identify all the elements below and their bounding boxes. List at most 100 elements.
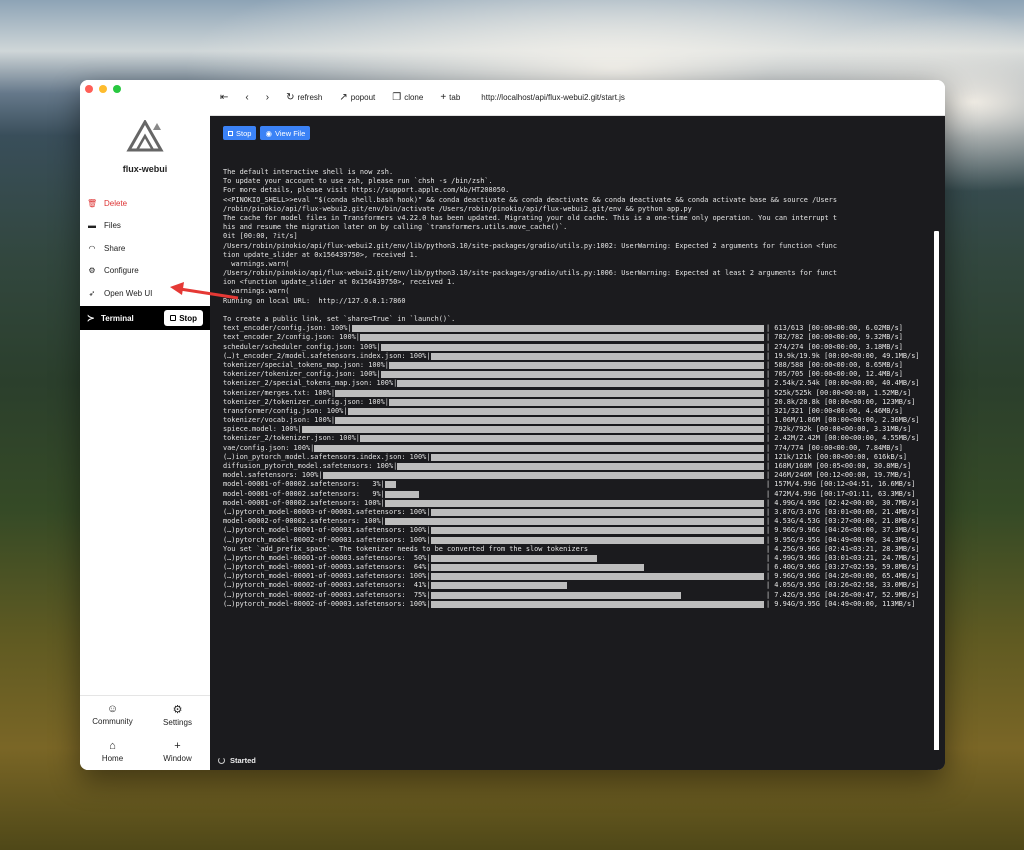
progress-bar — [430, 508, 764, 516]
progress-bar — [430, 527, 764, 535]
terminal-line-text: /Users/robin/pinokio/api/flux-webui2.git… — [223, 269, 837, 278]
progress-row: tokenizer/vocab.json: 100%| | 1.06M/1.06M… — [223, 416, 923, 425]
progress-bar — [359, 334, 764, 342]
progress-bar — [384, 518, 764, 526]
progress-bar — [314, 444, 764, 452]
progress-stat: | 9.95G/9.95G [04:49<00:00, 34.3MB/s] — [766, 535, 920, 544]
progress-row: tokenizer/tokenizer_config.json: 100%| | … — [223, 370, 923, 379]
toolbar: ⇤ ‹ › ↻ refresh ↗ popout ❐ clone + tab http:… — [210, 80, 945, 116]
progress-bar — [430, 453, 764, 461]
gear-icon: ⚙ — [172, 703, 183, 716]
progress-bar — [430, 352, 764, 360]
progress-stat: | 705/705 [00:00<00:00, 12.4MB/s] — [766, 370, 903, 379]
terminal-scrollbar[interactable] — [934, 231, 939, 770]
terminal-line-text: Running on local URL: http://127.0.0.1:7… — [223, 296, 406, 305]
window-button[interactable]: + Window — [145, 733, 210, 770]
community-button[interactable]: ☺ Community — [80, 696, 145, 733]
collapse-sidebar-button[interactable]: ⇤ — [220, 92, 228, 103]
sidebar-item-configure[interactable]: ⚙ Configure — [80, 260, 210, 283]
progress-bar — [335, 389, 764, 397]
stop-label: Stop — [236, 128, 252, 138]
progress-stat: | 4.25G/9.96G [02:41<03:21, 28.3MB/s] — [766, 544, 920, 553]
progress-stat: | 9.96G/9.96G [04:26<00:00, 65.4MB/s] — [766, 572, 920, 581]
terminal-line: his and resume the migration later on by… — [223, 223, 923, 232]
terminal-line: warnings.warn( — [223, 287, 923, 296]
clone-label: clone — [404, 93, 424, 102]
clone-button[interactable]: ❐ clone — [392, 92, 423, 103]
terminal-output[interactable]: The default interactive shell is now zsh… — [223, 168, 923, 609]
gear-icon: ⚙ — [88, 266, 96, 276]
progress-row: tokenizer_2/special_tokens_map.json: 100… — [223, 379, 923, 388]
progress-stat: | 4.05G/9.95G [03:26<02:58, 33.0MB/s] — [766, 581, 920, 590]
terminal-line: /Users/robin/pinokio/api/flux-webui2.git… — [223, 269, 923, 278]
progress-row: vae/config.json: 100%| | 774/774 [00:00<0… — [223, 444, 923, 453]
chevron-left-icon: ‹ — [245, 92, 249, 103]
progress-bar — [389, 361, 764, 369]
progress-label: text_encoder_2/config.json: 100%| — [223, 333, 360, 342]
sidebar-item-label: Configure — [104, 266, 139, 276]
zoom-window-button[interactable] — [113, 85, 121, 93]
pinokio-window: flux-webui 🗑 Delete ▬ Files ◠ Share ⚙ Co… — [80, 80, 945, 770]
new-tab-button[interactable]: + tab — [440, 92, 460, 103]
popout-button[interactable]: ↗ popout — [339, 92, 375, 103]
progress-bar — [430, 573, 764, 581]
progress-label: You set `add_prefix_space`. The tokenize… — [223, 544, 589, 553]
progress-row: (…)pytorch_model-00002-of-00003.safetens… — [223, 591, 923, 600]
minimize-window-button[interactable] — [99, 85, 107, 93]
terminal-panel: Stop ◉ View File The default interactive… — [210, 116, 945, 770]
sidebar-item-files[interactable]: ▬ Files — [80, 215, 210, 238]
stop-button[interactable]: Stop — [223, 126, 257, 140]
progress-stat: | 4.53G/4.53G [03:27<00:00, 21.8MB/s] — [766, 517, 920, 526]
progress-stat: | 525k/525k [00:00<00:00, 1.52MB/s] — [766, 388, 912, 397]
terminal-line: /Users/robin/pinokio/api/flux-webui2.git… — [223, 242, 923, 251]
app-logo-icon — [126, 120, 164, 152]
progress-bar — [380, 371, 764, 379]
progress-stat: | 782/782 [00:00<00:00, 9.32MB/s] — [766, 333, 903, 342]
home-button[interactable]: ⌂ Home — [80, 733, 145, 770]
sidebar-item-delete[interactable]: 🗑 Delete — [80, 192, 210, 215]
view-file-button[interactable]: ◉ View File — [260, 126, 311, 140]
progress-bar — [430, 536, 764, 544]
progress-label: model-00001-of-00002.safetensors: 9%| — [223, 489, 385, 498]
progress-stat: | 19.9k/19.9k [00:00<00:00, 49.1MB/s] — [766, 351, 920, 360]
sidebar-item-share[interactable]: ◠ Share — [80, 237, 210, 260]
progress-bar — [397, 463, 764, 470]
progress-bar — [384, 499, 764, 507]
community-label: Community — [92, 717, 133, 726]
progress-stat: | 157M/4.99G [00:12<04:51, 16.6MB/s] — [766, 480, 916, 489]
refresh-icon: ↻ — [286, 92, 295, 103]
app-name: flux-webui — [122, 164, 168, 174]
progress-label: tokenizer_2/special_tokens_map.json: 100… — [223, 379, 398, 388]
view-file-label: View File — [274, 128, 306, 138]
terminal-stop-button[interactable]: Stop — [164, 310, 203, 326]
refresh-label: refresh — [297, 93, 323, 102]
progress-bar — [384, 490, 419, 498]
sidebar-item-terminal[interactable]: ≻ Terminal Stop — [80, 306, 210, 330]
progress-bar — [380, 343, 764, 351]
url-field[interactable]: http://localhost/api/flux-webui2.git/sta… — [481, 93, 625, 102]
progress-bar — [397, 380, 764, 388]
close-window-button[interactable] — [85, 85, 93, 93]
progress-bar — [301, 426, 764, 434]
progress-bar — [430, 591, 681, 599]
progress-row: model.safetensors: 100%| | 246M/246M [00:… — [223, 471, 923, 480]
forward-button[interactable]: › — [266, 92, 269, 103]
terminal-line: The cache for model files in Transformer… — [223, 214, 923, 223]
terminal-line-text: his and resume the migration later on by… — [223, 223, 568, 232]
progress-stat: | 774/774 [00:00<00:00, 7.84MB/s] — [766, 443, 903, 452]
settings-button[interactable]: ⚙ Settings — [145, 696, 210, 733]
progress-row: model-00001-of-00002.safetensors: 9%| | 4… — [223, 490, 923, 499]
progress-row: (…)pytorch_model-00003-of-00003.safetens… — [223, 508, 923, 517]
back-button[interactable]: ‹ — [245, 92, 248, 103]
progress-bar — [384, 481, 397, 489]
progress-bar — [322, 472, 764, 480]
refresh-button[interactable]: ↻ refresh — [286, 92, 322, 103]
sidebar-item-label: Files — [104, 221, 121, 231]
progress-label: tokenizer/tokenizer_config.json: 100%| — [223, 370, 381, 379]
terminal-line-text: warnings.warn( — [223, 259, 290, 268]
progress-row: text_encoder_2/config.json: 100%| | 782/7… — [223, 333, 923, 342]
progress-label: (…)pytorch_model-00001-of-00003.safetens… — [223, 553, 431, 562]
progress-row: tokenizer/special_tokens_map.json: 100%|… — [223, 361, 923, 370]
progress-label: tokenizer/vocab.json: 100%| — [223, 416, 336, 425]
